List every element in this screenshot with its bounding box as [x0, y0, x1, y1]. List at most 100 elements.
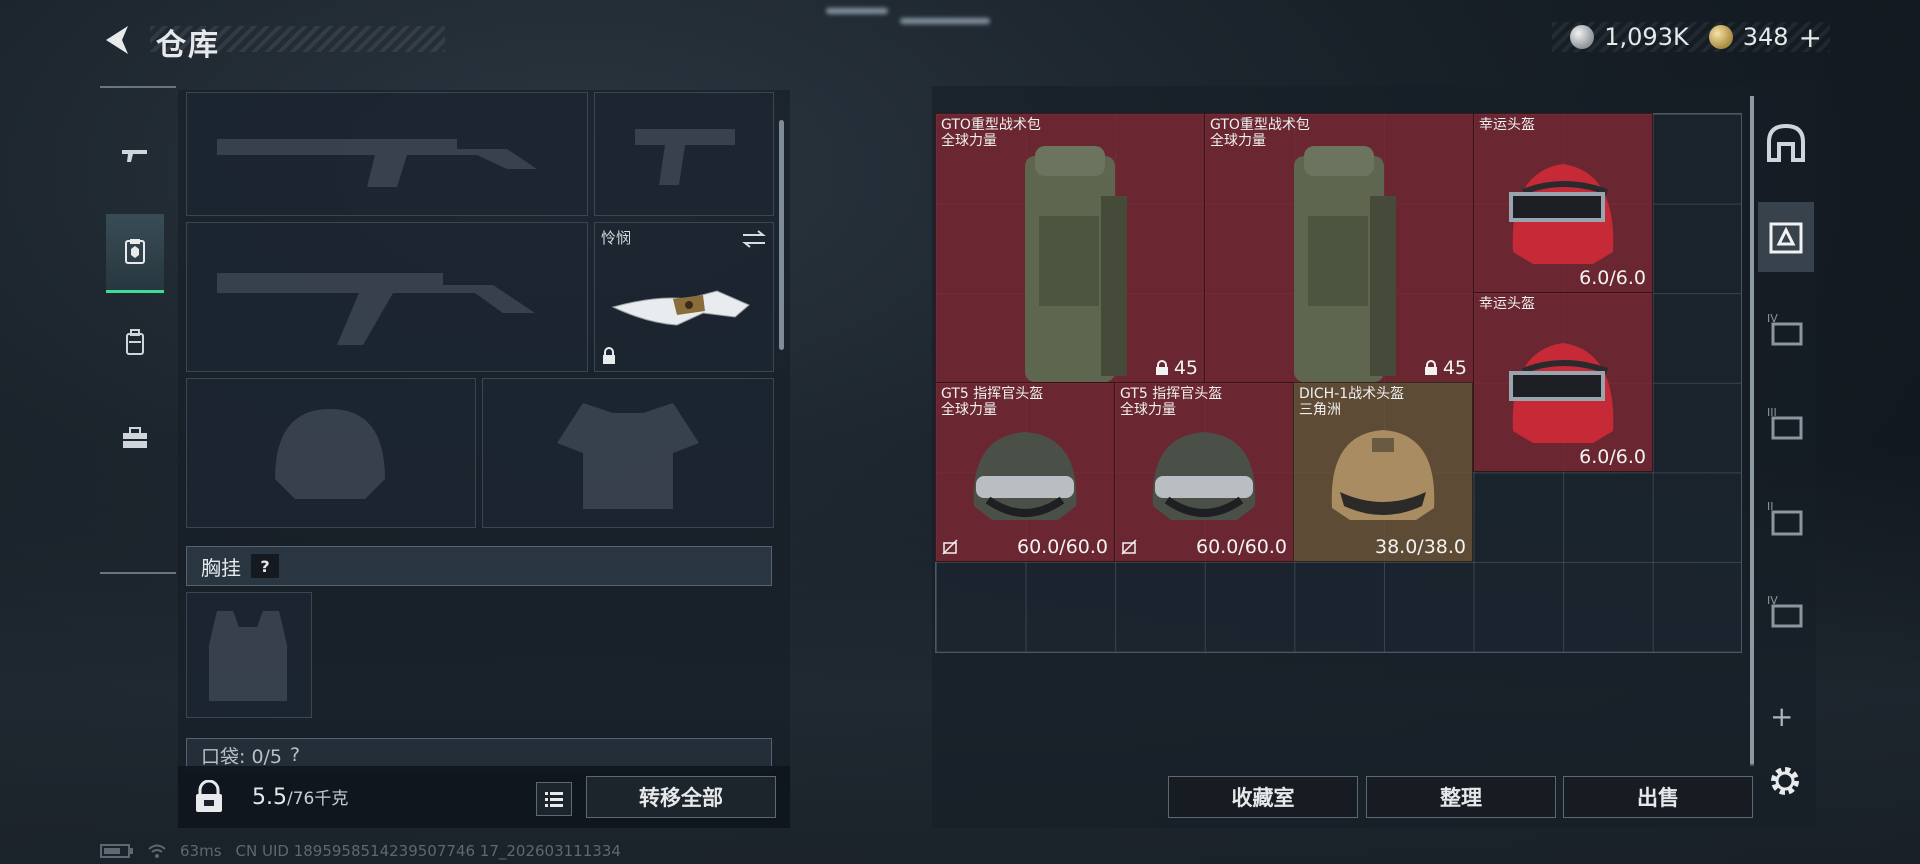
backpack-icon [126, 329, 144, 355]
carry-weight-max: /76千克 [287, 789, 349, 809]
pocket-label: 口袋: 0/5 [201, 745, 283, 768]
stash-item-backpack[interactable]: GTO重型战术包 全球力量 45 [935, 113, 1205, 383]
backpack-image [1025, 146, 1127, 382]
wifi-icon [148, 844, 166, 858]
vest-silhouette-icon [557, 403, 699, 509]
back-arrow-icon[interactable] [100, 22, 136, 58]
item-name: GT5 指挥官头盔 全球力量 [1120, 386, 1223, 418]
sidearm-slot[interactable] [594, 92, 774, 216]
secondary-weapon-slot[interactable] [186, 222, 588, 372]
item-name: 幸运头盔 [1479, 296, 1535, 312]
no-insure-icon [1121, 539, 1137, 555]
gun-icon [122, 150, 147, 162]
swap-icon[interactable] [741, 229, 767, 249]
commander-helmet-image [973, 431, 1077, 520]
nav-supplies[interactable] [106, 400, 164, 476]
backpack-image [1294, 146, 1396, 382]
item-name: GT5 指挥官头盔 全球力量 [941, 386, 1044, 418]
carry-weight-value: 5.5 [252, 785, 287, 810]
stash-item-helmet[interactable]: 幸运头盔 6.0/6.0 [1473, 292, 1653, 472]
chest-rig-label: 胸挂 [201, 555, 241, 580]
helmet-slot[interactable] [186, 378, 476, 528]
chest-rig-help-button[interactable]: ? [251, 554, 279, 578]
red-helmet-image [1509, 342, 1614, 443]
chest-rig-slot[interactable] [186, 592, 312, 718]
nav-weapons[interactable] [106, 118, 164, 194]
side-tab-stash-iv[interactable]: IV [1758, 296, 1814, 366]
page-title: 仓库 [156, 28, 220, 63]
list-icon [545, 792, 563, 807]
organize-button[interactable]: 整理 [1366, 776, 1556, 818]
durability-value: 6.0/6.0 [1579, 267, 1646, 289]
item-name: 幸运头盔 [1479, 117, 1535, 133]
knife-image [611, 290, 750, 326]
nav-equipment[interactable] [106, 214, 164, 293]
durability-value: 60.0/60.0 [1195, 536, 1287, 558]
pistol-silhouette-icon [635, 129, 735, 185]
home-icon [1767, 123, 1805, 162]
melee-name: 怜悯 [601, 229, 632, 247]
side-tab-stash-main[interactable] [1758, 202, 1814, 272]
capacity-lock-icon [1155, 360, 1168, 375]
chest-rig-header: 胸挂 ? [186, 546, 772, 586]
add-stash-tab-button[interactable]: + [1770, 700, 1793, 733]
pocket-help-button[interactable]: ? [290, 744, 300, 766]
gold-coin-icon [1708, 25, 1733, 49]
stash-item-helmet[interactable]: 幸运头盔 6.0/6.0 [1473, 113, 1653, 293]
add-currency-button[interactable]: + [1799, 21, 1822, 54]
durability-value: 6.0/6.0 [1579, 446, 1646, 468]
category-nav [100, 86, 176, 574]
stash-tab-icon [1769, 222, 1803, 254]
list-view-button[interactable] [536, 782, 572, 816]
primary-weapon-slot[interactable] [186, 92, 588, 216]
ping-value: 63ms [180, 842, 222, 860]
sell-button[interactable]: 出售 [1563, 776, 1753, 818]
weight-lock-icon [196, 780, 222, 812]
item-capacity: 45 [1423, 357, 1467, 379]
nav-backpacks[interactable] [106, 304, 164, 380]
stash-scrollbar[interactable] [1750, 96, 1754, 764]
currency-bar: 1,093K 348 + [1552, 21, 1830, 54]
silver-coin-icon [1570, 25, 1595, 49]
side-tab-stash-iv-2[interactable]: IV [1758, 578, 1814, 648]
capacity-value: 45 [1442, 357, 1467, 379]
chest-rig-silhouette-icon [209, 611, 287, 701]
red-helmet-image [1509, 163, 1614, 264]
stash-item-helmet[interactable]: DICH-1战术头盔 三角洲 38.0/38.0 [1293, 382, 1473, 562]
battery-icon [100, 844, 133, 858]
collection-button[interactable]: 收藏室 [1168, 776, 1358, 818]
gear-icon[interactable] [1768, 764, 1802, 798]
user-uid: CN UID 1895958514239507746 17_2026031113… [235, 842, 621, 860]
stash-tab-iv-2-icon: IV [1767, 594, 1803, 628]
carry-weight: 5.5/76千克 [252, 784, 348, 810]
melee-slot[interactable]: 怜悯 [594, 222, 774, 372]
helmet-silhouette-icon [275, 409, 385, 499]
gold-currency-value: 348 [1742, 23, 1789, 51]
side-tab-home[interactable] [1758, 108, 1814, 178]
no-insure-icon [942, 539, 958, 555]
stash-item-helmet[interactable]: GT5 指挥官头盔 全球力量 60.0/60.0 [935, 382, 1115, 562]
stash-tab-iv-icon: IV [1767, 312, 1803, 346]
rifle-silhouette-icon [217, 273, 535, 345]
stash-item-backpack[interactable]: GTO重型战术包 全球力量 45 [1204, 113, 1474, 383]
stash-tab-ii-icon: II [1767, 500, 1803, 536]
ceiling-light [900, 18, 990, 24]
durability-value: 60.0/60.0 [1016, 536, 1108, 558]
silver-currency-value: 1,093K [1604, 23, 1689, 51]
durability-value: 38.0/38.0 [1374, 536, 1466, 558]
transfer-all-button[interactable]: 转移全部 [586, 776, 776, 818]
weight-bar: 5.5/76千克 转移全部 [178, 766, 790, 828]
capacity-value: 45 [1173, 357, 1198, 379]
side-tab-stash-iii[interactable]: III [1758, 390, 1814, 460]
armor-slot[interactable] [482, 378, 774, 528]
armor-card-icon [125, 239, 145, 264]
stash-item-helmet[interactable]: GT5 指挥官头盔 全球力量 60.0/60.0 [1114, 382, 1294, 562]
stash-tab-iii-icon: III [1767, 406, 1803, 440]
ceiling-light [826, 8, 888, 14]
rifle-silhouette-icon [217, 139, 537, 187]
lock-icon [603, 347, 615, 364]
item-name: DICH-1战术头盔 三角洲 [1299, 386, 1405, 418]
side-tab-stash-ii[interactable]: II [1758, 484, 1814, 554]
loadout-scrollbar[interactable] [779, 120, 784, 350]
status-footer: 63ms CN UID 1895958514239507746 17_20260… [100, 842, 621, 860]
